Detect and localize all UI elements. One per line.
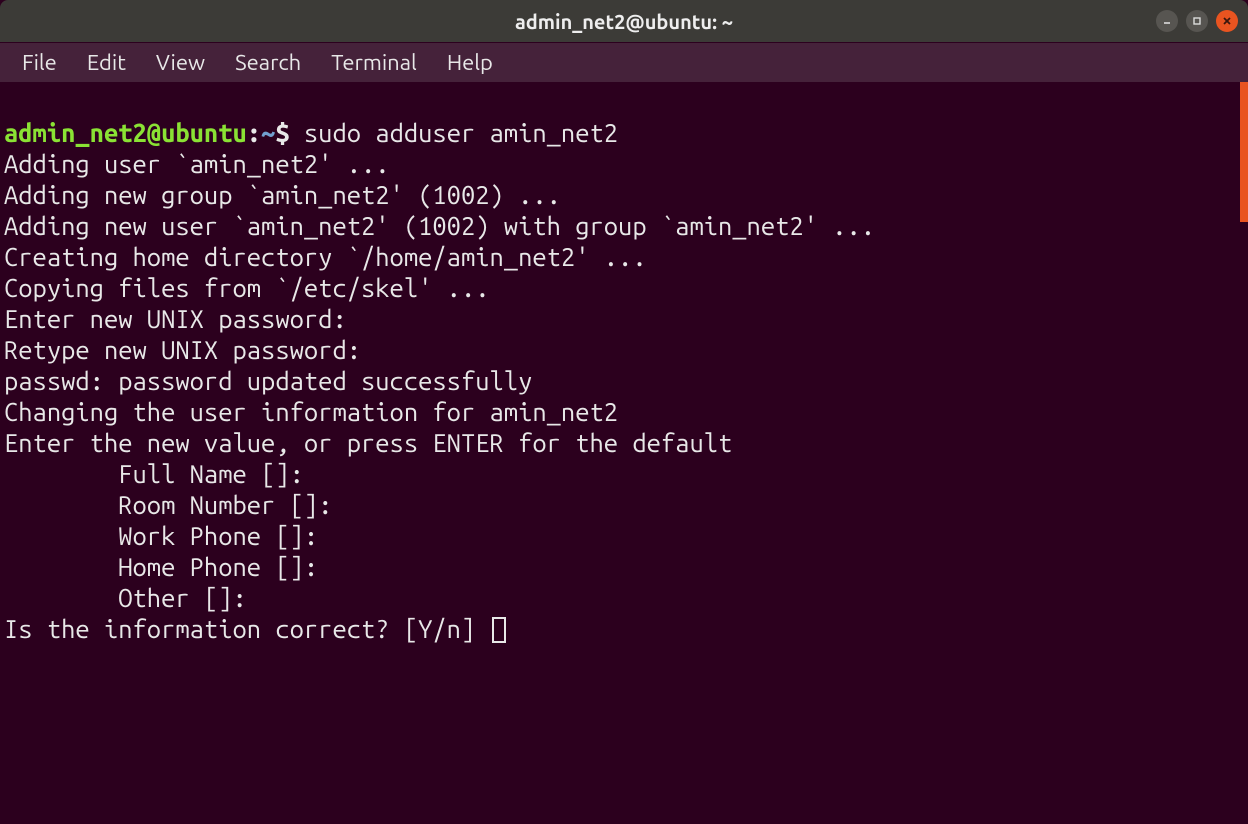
minimize-button[interactable] (1156, 10, 1178, 32)
prompt-colon: : (247, 118, 261, 147)
output-line: Adding new user `amin_net2' (1002) with … (4, 211, 875, 240)
terminal-body[interactable]: admin_net2@ubuntu:~$ sudo adduser amin_n… (0, 82, 1248, 824)
scrollbar-thumb[interactable] (1240, 82, 1248, 222)
output-line: Adding new group `amin_net2' (1002) ... (4, 180, 561, 209)
output-line: Room Number []: (4, 490, 332, 519)
output-line: Home Phone []: (4, 552, 318, 581)
menu-terminal[interactable]: Terminal (317, 46, 431, 79)
output-line: Full Name []: (4, 459, 304, 488)
cursor (492, 617, 506, 643)
output-line: passwd: password updated successfully (4, 366, 532, 395)
output-line: Creating home directory `/home/amin_net2… (4, 242, 647, 271)
output-line: Other []: (4, 583, 247, 612)
output-line: Adding user `amin_net2' ... (4, 149, 390, 178)
prompt-user-host: admin_net2@ubuntu (4, 118, 247, 147)
output-line: Enter new UNIX password: (4, 304, 347, 333)
output-line: Retype new UNIX password: (4, 335, 361, 364)
menu-help[interactable]: Help (433, 46, 507, 79)
command-text: sudo adduser amin_net2 (304, 118, 618, 147)
menubar: File Edit View Search Terminal Help (0, 42, 1248, 82)
prompt-path: ~ (261, 118, 275, 147)
output-line: Work Phone []: (4, 521, 318, 550)
minimize-icon (1162, 16, 1172, 26)
output-line: Copying files from `/etc/skel' ... (4, 273, 490, 302)
output-line: Enter the new value, or press ENTER for … (4, 428, 732, 457)
titlebar: admin_net2@ubuntu: ~ (0, 0, 1248, 42)
output-line: Is the information correct? [Y/n] (4, 614, 490, 643)
menu-edit[interactable]: Edit (73, 46, 140, 79)
close-icon (1222, 16, 1232, 26)
close-button[interactable] (1216, 10, 1238, 32)
menu-search[interactable]: Search (221, 46, 315, 79)
terminal-window: admin_net2@ubuntu: ~ File Edit View Sear… (0, 0, 1248, 824)
window-title: admin_net2@ubuntu: ~ (515, 10, 733, 33)
maximize-icon (1192, 16, 1202, 26)
menu-view[interactable]: View (142, 46, 219, 79)
prompt-dollar: $ (275, 118, 304, 147)
window-controls (1156, 10, 1238, 32)
maximize-button[interactable] (1186, 10, 1208, 32)
menu-file[interactable]: File (8, 46, 71, 79)
output-line: Changing the user information for amin_n… (4, 397, 618, 426)
